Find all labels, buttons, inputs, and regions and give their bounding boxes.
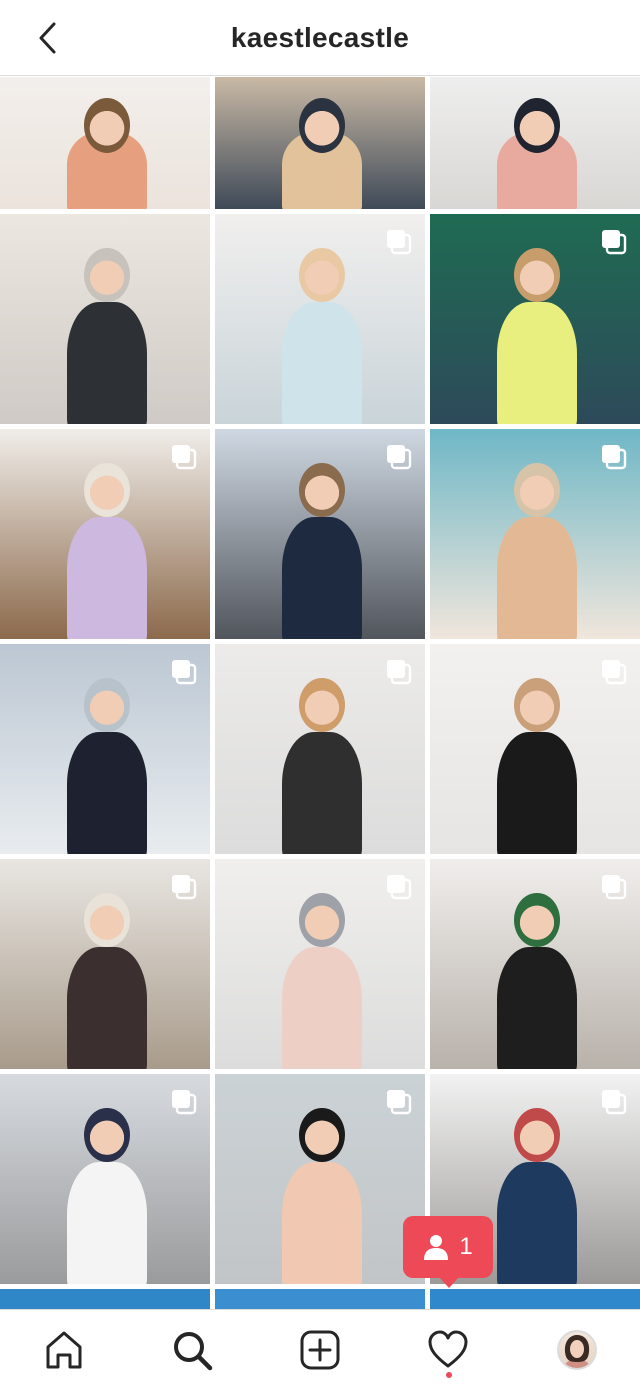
nav-activity[interactable] xyxy=(424,1326,472,1374)
grid-post-thumbnail[interactable] xyxy=(0,1289,210,1309)
grid-post-thumbnail[interactable] xyxy=(215,429,425,639)
photo-subject-head xyxy=(84,892,131,948)
photo-subject xyxy=(497,302,577,424)
multiple-photos-icon xyxy=(602,230,627,255)
grid-post-thumbnail[interactable] xyxy=(0,859,210,1069)
grid-post-thumbnail[interactable] xyxy=(215,1074,425,1284)
grid-post-thumbnail[interactable] xyxy=(430,77,640,209)
person-icon xyxy=(424,1235,449,1260)
activity-notification-dot xyxy=(446,1372,452,1378)
photo-subject xyxy=(497,1162,577,1284)
post-photo xyxy=(215,1289,425,1309)
photo-subject-head xyxy=(84,98,131,153)
grid-post-thumbnail[interactable] xyxy=(215,214,425,424)
photo-subject xyxy=(67,517,147,639)
plus-square-icon xyxy=(300,1330,340,1370)
photo-subject-head xyxy=(84,247,131,303)
photo-subject-head xyxy=(299,98,346,153)
photo-subject xyxy=(282,732,362,854)
photo-subject-head xyxy=(514,98,561,153)
profile-username-title: kaestlecastle xyxy=(230,21,410,53)
photo-subject xyxy=(282,1162,362,1284)
multiple-photos-icon xyxy=(172,1090,197,1115)
nav-home[interactable] xyxy=(40,1326,88,1374)
grid-post-thumbnail[interactable] xyxy=(430,1289,640,1309)
photo-subject xyxy=(67,1162,147,1284)
heart-icon xyxy=(428,1330,468,1368)
photo-subject-head xyxy=(84,677,131,733)
grid-post-thumbnail[interactable] xyxy=(215,77,425,209)
multiple-photos-icon xyxy=(172,875,197,900)
photo-subject xyxy=(67,947,147,1069)
grid-post-thumbnail[interactable] xyxy=(215,644,425,854)
posts-grid xyxy=(0,77,640,1309)
post-photo xyxy=(430,1289,640,1309)
photo-subject-head xyxy=(84,1107,131,1163)
grid-post-thumbnail[interactable] xyxy=(0,1074,210,1284)
activity-count: 1 xyxy=(459,1233,473,1260)
photo-subject-head xyxy=(514,462,561,518)
photo-subject xyxy=(497,947,577,1069)
grid-post-thumbnail[interactable] xyxy=(0,214,210,424)
multiple-photos-icon xyxy=(387,660,412,685)
photo-subject-head xyxy=(299,247,346,303)
grid-post-thumbnail[interactable] xyxy=(430,859,640,1069)
multiple-photos-icon xyxy=(387,445,412,470)
photo-subject-head xyxy=(299,677,346,733)
nav-profile[interactable] xyxy=(553,1326,601,1374)
bottom-navigation xyxy=(0,1309,640,1386)
grid-post-thumbnail[interactable] xyxy=(0,429,210,639)
photo-subject-head xyxy=(514,1107,561,1163)
top-bar: kaestlecastle xyxy=(0,0,640,76)
chevron-left-icon xyxy=(39,22,56,54)
photo-subject-head xyxy=(514,892,561,948)
back-button[interactable] xyxy=(26,16,70,60)
photo-subject xyxy=(67,732,147,854)
nav-new-post[interactable] xyxy=(296,1326,344,1374)
photo-subject xyxy=(67,302,147,424)
multiple-photos-icon xyxy=(387,230,412,255)
photo-subject-head xyxy=(299,892,346,948)
search-icon xyxy=(174,1332,213,1371)
photo-subject-head xyxy=(299,462,346,518)
home-icon xyxy=(46,1331,82,1369)
grid-post-thumbnail[interactable] xyxy=(430,644,640,854)
photo-subject xyxy=(497,517,577,639)
photo-subject-head xyxy=(299,1107,346,1163)
photo-subject xyxy=(497,732,577,854)
multiple-photos-icon xyxy=(387,1090,412,1115)
post-photo xyxy=(0,1289,210,1309)
multiple-photos-icon xyxy=(602,875,627,900)
multiple-photos-icon xyxy=(602,445,627,470)
avatar-icon xyxy=(557,1330,597,1370)
photo-subject xyxy=(282,302,362,424)
grid-post-thumbnail[interactable] xyxy=(0,77,210,209)
grid-post-thumbnail[interactable] xyxy=(430,214,640,424)
photo-subject-head xyxy=(514,677,561,733)
multiple-photos-icon xyxy=(387,875,412,900)
photo-subject xyxy=(282,947,362,1069)
photo-subject-head xyxy=(84,462,131,518)
photo-subject-head xyxy=(514,247,561,303)
multiple-photos-icon xyxy=(602,1090,627,1115)
grid-post-thumbnail[interactable] xyxy=(215,859,425,1069)
photo-subject xyxy=(282,517,362,639)
grid-post-thumbnail[interactable] xyxy=(215,1289,425,1309)
multiple-photos-icon xyxy=(172,660,197,685)
activity-notification-badge[interactable]: 1 xyxy=(403,1216,493,1288)
nav-search[interactable] xyxy=(168,1326,216,1374)
grid-post-thumbnail[interactable] xyxy=(430,429,640,639)
grid-post-thumbnail[interactable] xyxy=(0,644,210,854)
multiple-photos-icon xyxy=(172,445,197,470)
multiple-photos-icon xyxy=(602,660,627,685)
